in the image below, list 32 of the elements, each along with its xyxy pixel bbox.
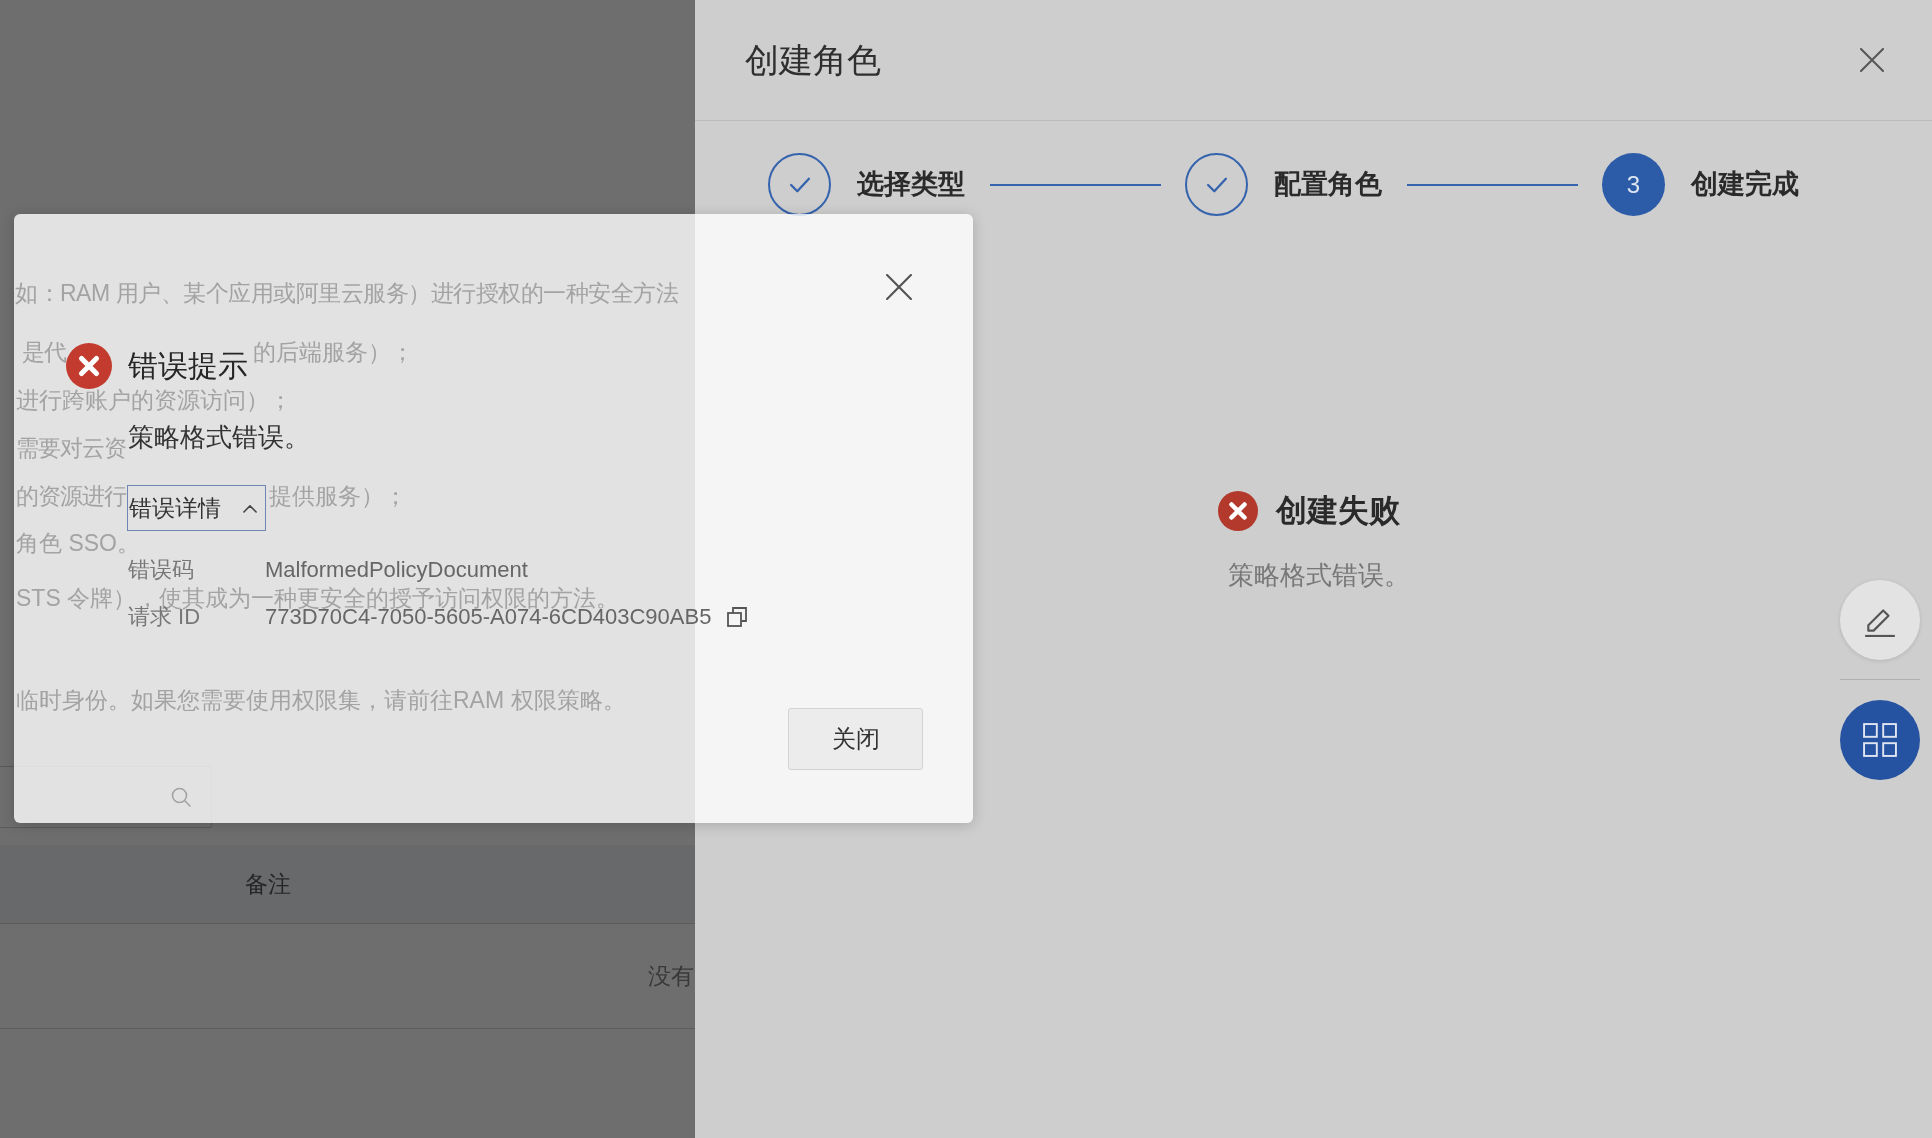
description-text: 进行跨账户的资源访问）； [16,389,292,412]
description-text: 角色 SSO。 [16,532,140,555]
description-text: 临时身份。如果您需要使用权限集，请前往RAM 权限策略。 [16,689,626,712]
close-dialog-button[interactable]: 关闭 [788,708,923,770]
close-icon [886,274,912,300]
drawer-title: 创建角色 [745,39,881,81]
description-text: 的后端服务）； [253,341,414,364]
column-header: 备注 [245,869,291,899]
description-text: 如：RAM 用户、某个应用或阿里云服务）进行授权的一种安全方法 [15,282,678,305]
edit-button[interactable] [1840,580,1920,660]
step-label: 选择类型 [857,168,965,202]
close-icon [1860,48,1884,72]
description-text: 的资源进行 [16,485,126,508]
dialog-message: 策略格式错误。 [128,421,310,454]
chevron-up-icon [243,503,257,513]
search-icon [171,787,191,807]
step-number: 3 [1602,153,1665,216]
description-text: 需要对云资 [16,437,126,460]
result-title: 创建失败 [1275,492,1400,530]
result-message: 策略格式错误。 [1227,559,1410,592]
dialog-title: 错误提示 [128,348,248,384]
copy-icon[interactable] [727,607,748,627]
detail-value: MalformedPolicyDocument [265,559,528,581]
description-text: 提供服务）； [269,485,407,508]
details-toggle[interactable]: 错误详情 [127,485,266,531]
step-label: 创建完成 [1691,168,1799,202]
step-label: 配置角色 [1274,168,1382,202]
close-button[interactable] [1860,48,1884,72]
detail-label: 错误码 [128,559,195,581]
close-button[interactable] [885,273,913,301]
grid-icon [1863,723,1897,757]
description-text: 是代 [22,341,66,364]
